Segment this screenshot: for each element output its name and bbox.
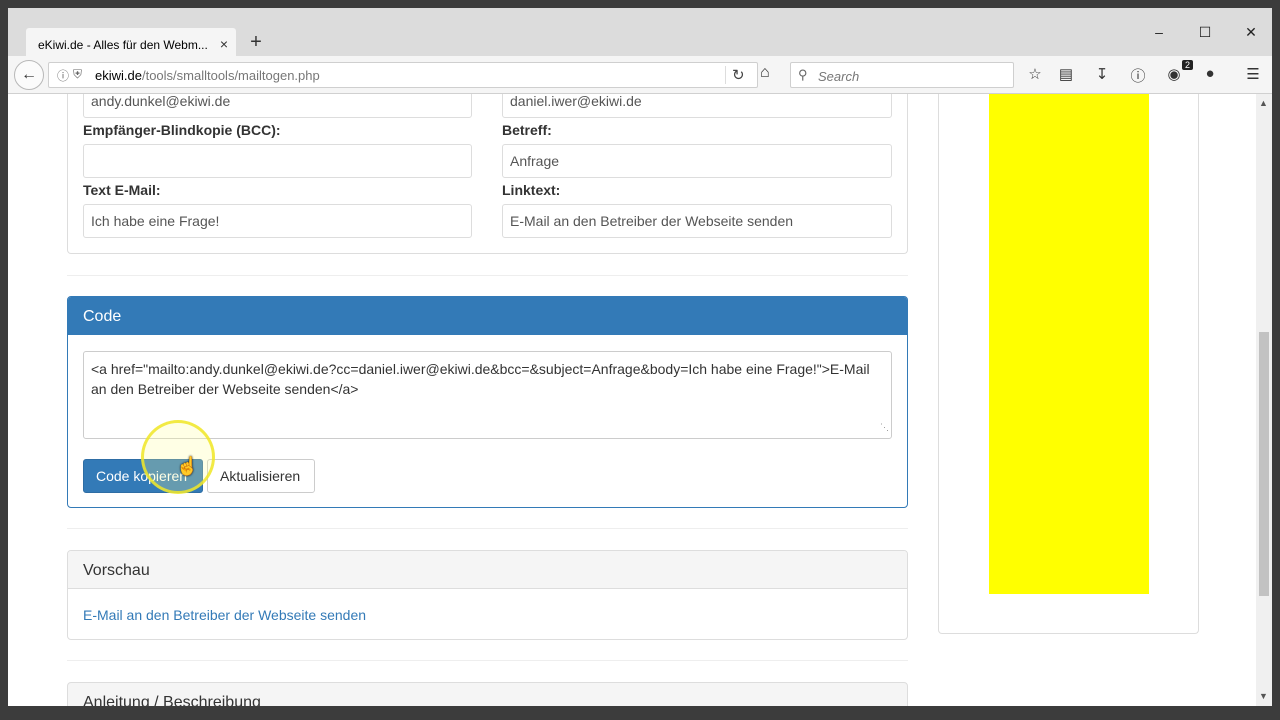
guide-panel-title[interactable]: Anleitung / Beschreibung — [68, 683, 907, 706]
url-bar[interactable]: ⓘ ⛨ ekiwi.de/tools/smalltools/mailtogen.… — [48, 62, 758, 88]
cc-field[interactable]: daniel.iwer@ekiwi.de — [502, 94, 892, 118]
tab-bar: eKiwi.de - Alles für den Webm... × + – ☐… — [8, 8, 1274, 62]
bookmark-star-icon[interactable]: ☆ — [1025, 65, 1045, 83]
menu-icon[interactable]: ☰ — [1243, 65, 1263, 83]
bcc-label: Empfänger-Blindkopie (BCC): — [83, 122, 281, 138]
notification-badge: 2 — [1182, 60, 1194, 70]
preview-panel-title: Vorschau — [68, 551, 907, 589]
code-line-1: <a href="mailto:andy.dunkel@ekiwi.de?cc=… — [91, 361, 870, 377]
preview-panel: Vorschau E-Mail an den Betreiber der Web… — [67, 550, 908, 640]
new-tab-icon[interactable]: + — [244, 30, 268, 54]
subject-field[interactable]: Anfrage — [502, 144, 892, 178]
close-window-icon[interactable]: ✕ — [1228, 16, 1274, 48]
scroll-down-icon[interactable]: ▼ — [1259, 691, 1268, 701]
shield-icon[interactable]: ⛨ — [73, 67, 82, 82]
tab-close-icon[interactable]: × — [220, 36, 228, 52]
bcc-field[interactable] — [83, 144, 472, 178]
preview-mailto-link[interactable]: E-Mail an den Betreiber der Webseite sen… — [83, 607, 366, 623]
subject-label: Betreff: — [502, 122, 552, 138]
back-icon[interactable]: ← — [14, 60, 44, 90]
info-icon[interactable]: ⓘ — [57, 67, 69, 84]
password-manager-icon[interactable]: ⓘ — [1128, 65, 1148, 86]
reload-icon[interactable]: ↻ — [725, 66, 745, 84]
linktext-field[interactable]: E-Mail an den Betreiber der Webseite sen… — [502, 204, 892, 238]
browser-window: eKiwi.de - Alles für den Webm... × + – ☐… — [0, 0, 1280, 720]
code-panel-title: Code — [68, 297, 907, 335]
minimize-icon[interactable]: – — [1136, 16, 1182, 48]
maximize-icon[interactable]: ☐ — [1182, 16, 1228, 48]
navigation-bar: ← ⓘ ⛨ ekiwi.de/tools/smalltools/mailtoge… — [8, 56, 1272, 94]
refresh-button[interactable]: Aktualisieren — [207, 459, 315, 493]
mail-form-panel: andy.dunkel@ekiwi.de daniel.iwer@ekiwi.d… — [67, 94, 908, 254]
scrollbar-thumb[interactable] — [1259, 332, 1269, 596]
to-field[interactable]: andy.dunkel@ekiwi.de — [83, 94, 472, 118]
hand-cursor-icon: ☝ — [176, 456, 199, 476]
download-icon[interactable]: ↧ — [1092, 65, 1112, 83]
tab-title: eKiwi.de - Alles für den Webm... — [38, 38, 208, 52]
search-icon: ⚲ — [798, 67, 808, 82]
sidebar-ad-panel — [938, 94, 1199, 634]
advertisement-banner[interactable] — [989, 94, 1149, 594]
body-field[interactable]: Ich habe eine Frage! — [83, 204, 472, 238]
divider — [67, 660, 908, 661]
code-line-2: an den Betreiber der Webseite senden</a> — [91, 381, 359, 397]
url-host: ekiwi.de — [95, 68, 142, 83]
notification-icon[interactable]: ◉ — [1164, 65, 1184, 83]
divider — [67, 275, 908, 276]
home-icon[interactable]: ⌂ — [760, 64, 770, 82]
url-text[interactable]: ekiwi.de/tools/smalltools/mailtogen.php — [95, 68, 320, 83]
scroll-up-icon[interactable]: ▲ — [1259, 98, 1268, 108]
page-scrollbar[interactable]: ▲ ▼ — [1256, 94, 1272, 706]
linktext-label: Linktext: — [502, 182, 561, 198]
divider — [67, 528, 908, 529]
reading-list-icon[interactable]: ▤ — [1056, 65, 1076, 83]
search-input[interactable]: ⚲ Search — [790, 62, 1014, 88]
window-bottom-edge — [0, 706, 1280, 720]
search-placeholder: Search — [818, 69, 860, 84]
code-textarea[interactable]: <a href="mailto:andy.dunkel@ekiwi.de?cc=… — [83, 351, 892, 439]
extension-icon[interactable]: ● — [1200, 65, 1220, 82]
url-path: /tools/smalltools/mailtogen.php — [141, 68, 320, 83]
body-label: Text E-Mail: — [83, 182, 161, 198]
guide-panel: Anleitung / Beschreibung — [67, 682, 908, 706]
resize-grip-icon[interactable]: ⋱ — [880, 417, 889, 437]
page-viewport: andy.dunkel@ekiwi.de daniel.iwer@ekiwi.d… — [8, 94, 1256, 706]
